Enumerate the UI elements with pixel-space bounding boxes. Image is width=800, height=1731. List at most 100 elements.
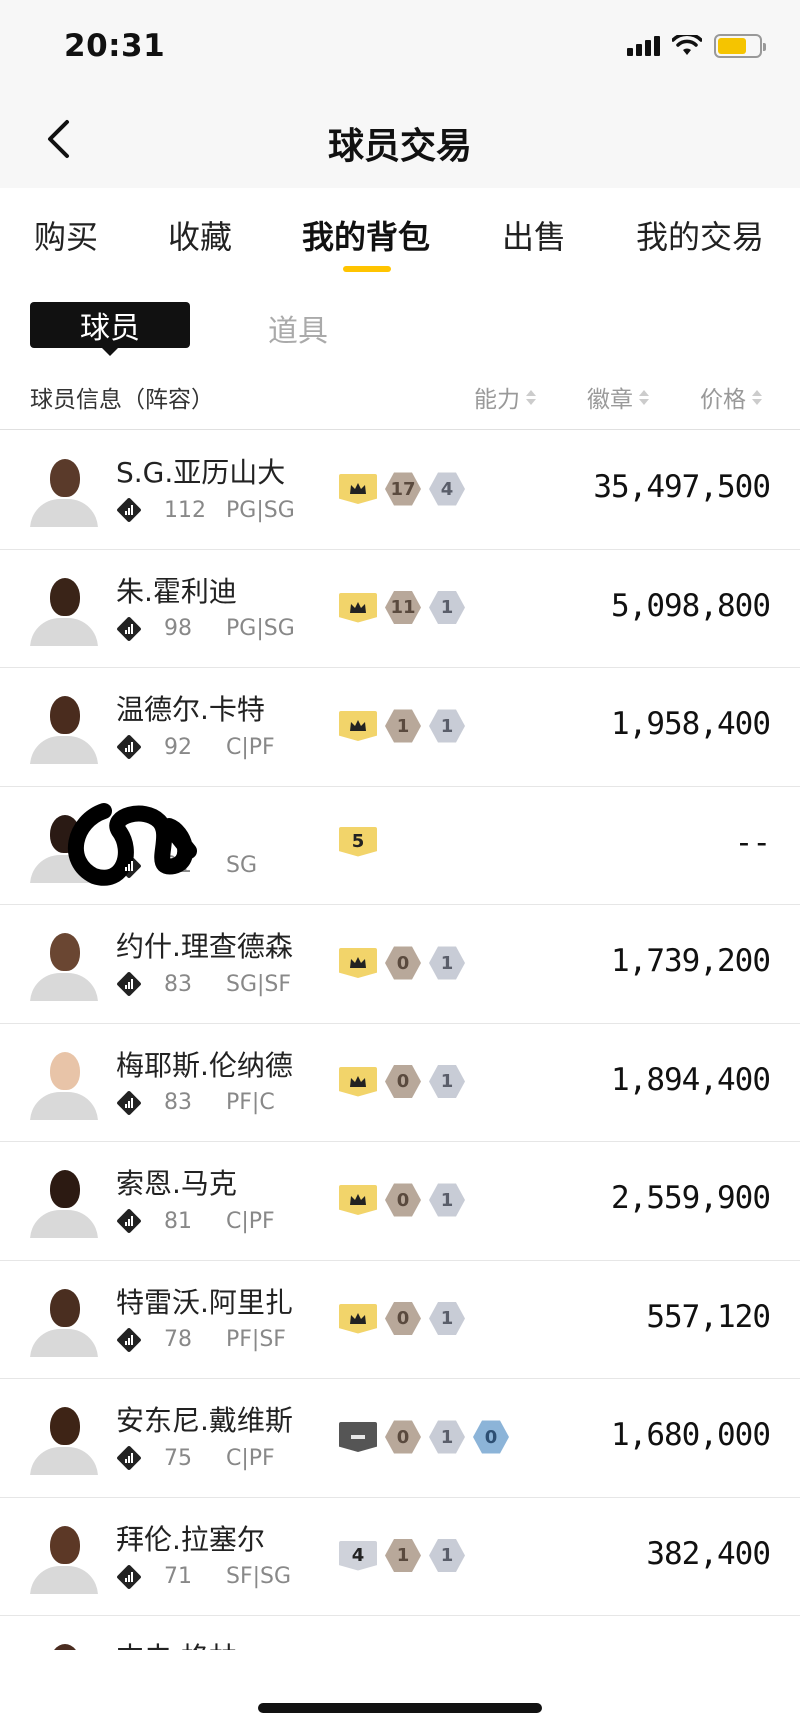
- tab-my-backpack[interactable]: 我的背包: [302, 212, 430, 258]
- badge-count: 0: [385, 1301, 421, 1336]
- sort-icon: [526, 389, 536, 405]
- badge-count: 0: [385, 1183, 421, 1217]
- player-list: S.G.亚历山大 112 PG|SG 17 4 35,497,500 朱.霍利迪 98 PG|S…: [0, 431, 800, 1731]
- badge-count: 1: [385, 709, 421, 743]
- player-position: C|PF: [226, 1445, 275, 1471]
- player-price: 1,958,400: [611, 706, 771, 742]
- sort-price-button[interactable]: 价格: [700, 380, 762, 414]
- table-row[interactable]: 温德尔.卡特 92 C|PF 1 1 1,958,400: [0, 668, 800, 787]
- table-row[interactable]: 特雷沃.阿里扎 78 PF|SF 0 1 557,120: [0, 1261, 800, 1379]
- avatar: [30, 925, 98, 1001]
- player-position: C|PF: [226, 1208, 275, 1234]
- badge-count: 0: [473, 1420, 509, 1454]
- avatar: [30, 1162, 98, 1238]
- player-meta: 98 PG|SG: [116, 616, 295, 642]
- redaction-scribble: [68, 802, 197, 886]
- player-price: 5,098,800: [611, 587, 771, 624]
- badge-count: 1: [429, 590, 465, 625]
- sub-tabs: 球员 道具: [0, 290, 800, 360]
- player-position: PG|SG: [226, 616, 295, 641]
- ability-diamond-icon: [116, 1445, 142, 1471]
- ability-diamond-icon: [116, 1327, 142, 1353]
- badge-group: 01: [339, 945, 465, 981]
- status-bar: 20:31: [0, 0, 800, 95]
- table-row[interactable]: 拜伦.拉塞尔 71 SF|SG 4 1 1 382,400: [0, 1498, 800, 1616]
- player-position: C|PF: [226, 734, 275, 760]
- badge-count: 11: [385, 590, 421, 625]
- subtab-players[interactable]: 球员: [30, 302, 190, 356]
- sort-ability-button[interactable]: 能力: [474, 380, 536, 414]
- badge-group: 010: [339, 1419, 509, 1455]
- ability-diamond-icon: [116, 1564, 142, 1590]
- player-meta: 81 C|PF: [116, 1208, 275, 1234]
- badge-count: 0: [385, 1420, 421, 1454]
- player-price: 382,400: [646, 1535, 771, 1572]
- table-row[interactable]: S.G.亚历山大 112 PG|SG 17 4 35,497,500: [0, 431, 800, 550]
- player-name: 约什.理查德森: [116, 930, 293, 963]
- player-position: PG|SG: [226, 497, 295, 523]
- badge-group: 01: [339, 1301, 465, 1337]
- badge-count: 0: [385, 946, 421, 980]
- player-name: 安东尼.戴维斯: [116, 1404, 293, 1437]
- player-position: PF|C: [226, 1090, 275, 1115]
- player-name: 索恩.马克: [116, 1167, 237, 1200]
- tab-my-trades[interactable]: 我的交易: [636, 212, 764, 258]
- ability-diamond-icon: [116, 497, 142, 523]
- sort-badge-button[interactable]: 徽章: [587, 380, 649, 414]
- player-name: 特雷沃.阿里扎: [116, 1285, 293, 1319]
- ability-diamond-icon: [116, 734, 142, 760]
- player-ability: 112: [164, 497, 206, 523]
- avatar: [30, 1281, 98, 1357]
- badge-group: 01: [339, 1182, 465, 1218]
- signal-icon: [627, 36, 660, 56]
- header-ability: 能力: [474, 387, 520, 413]
- status-time: 20:31: [64, 28, 166, 64]
- table-row[interactable]: 安东尼.戴维斯 75 C|PF 0 1 0 1,680,000: [0, 1379, 800, 1498]
- badge-count: 4: [429, 472, 465, 506]
- tab-buy[interactable]: 购买: [34, 212, 98, 258]
- avatar: [30, 1399, 98, 1475]
- avatar: [30, 1518, 98, 1594]
- player-price: 557,120: [646, 1298, 771, 1335]
- badge-count: 1: [429, 709, 465, 743]
- player-ability: 98: [164, 616, 192, 641]
- avatar: [30, 451, 98, 527]
- badge-count: 1: [429, 946, 465, 980]
- badge-group: 11: [339, 708, 465, 744]
- table-row[interactable]: 约什.理查德森 83 SG|SF 0 1 1,739,200: [0, 905, 800, 1024]
- player-position: PF|SF: [226, 1327, 286, 1352]
- player-ability: 71: [164, 1564, 192, 1589]
- player-meta: 83 SG|SF: [116, 971, 291, 997]
- badge-count: 1: [429, 1183, 465, 1217]
- table-row[interactable]: 91 SG 5 --: [0, 787, 800, 905]
- player-name: 朱.霍利迪: [116, 574, 237, 608]
- player-meta: 83 PF|C: [116, 1090, 275, 1116]
- ability-diamond-icon: [116, 1090, 142, 1116]
- header-badge: 徽章: [587, 387, 633, 413]
- badge-group: 11 1: [339, 590, 465, 626]
- tab-sell[interactable]: 出售: [502, 212, 566, 258]
- table-row[interactable]: 索恩.马克 81 C|PF 0 1 2,559,900: [0, 1142, 800, 1261]
- home-indicator[interactable]: [258, 1703, 542, 1713]
- crown-icon: [339, 474, 377, 504]
- tab-favorites[interactable]: 收藏: [168, 212, 232, 258]
- player-meta: 71 SF|SG: [116, 1564, 291, 1590]
- player-ability: 75: [164, 1445, 192, 1471]
- crown-icon: [339, 1303, 377, 1334]
- avatar: [30, 688, 98, 764]
- badge-count: 0: [385, 1064, 421, 1099]
- crown-icon: [339, 1185, 377, 1215]
- page-title: 球员交易: [327, 126, 472, 167]
- table-row[interactable]: 梅耶斯.伦纳德 83 PF|C 0 1 1,894,400: [0, 1024, 800, 1142]
- badge-count: 1: [385, 1538, 421, 1573]
- subtab-items[interactable]: 道具: [268, 306, 328, 350]
- table-row[interactable]: 朱.霍利迪 98 PG|SG 11 1 5,098,800: [0, 550, 800, 668]
- badge-group: 17 4: [339, 471, 465, 507]
- player-ability: 92: [164, 734, 192, 760]
- crown-icon: [339, 948, 377, 978]
- player-name: S.G.亚历山大: [116, 456, 286, 489]
- tier-badge: 4: [339, 1540, 377, 1571]
- ability-diamond-icon: [116, 1208, 142, 1234]
- table-header: 球员信息（阵容） 能力 徽章 价格: [0, 362, 800, 430]
- player-meta: 112 PG|SG: [116, 497, 295, 523]
